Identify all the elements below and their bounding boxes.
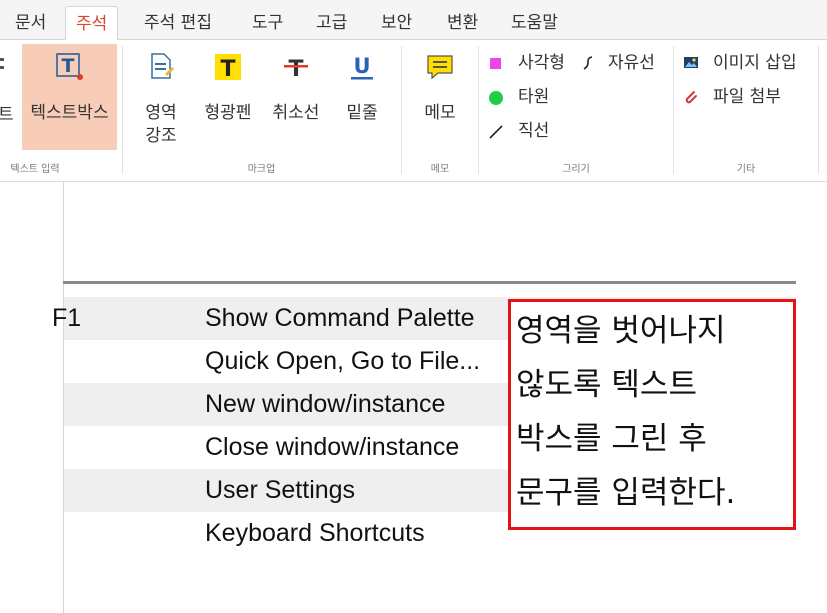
freeform-icon xyxy=(580,53,596,70)
freeform-label: 자유선 xyxy=(608,53,655,73)
clipped-text-button[interactable]: 트 xyxy=(0,102,14,128)
rectangle-icon xyxy=(488,53,504,69)
highlighter-icon: T xyxy=(215,54,241,82)
line-button[interactable]: 직선 xyxy=(488,118,549,144)
ellipse-label: 타원 xyxy=(518,87,550,107)
tab-annotation-edit[interactable]: 주석 편집 xyxy=(134,6,222,40)
svg-text:T: T xyxy=(61,55,74,77)
attach-file-label: 파일 첨부 xyxy=(713,87,781,107)
insert-image-button[interactable]: 이미지 삽입 xyxy=(683,50,797,76)
group-separator xyxy=(818,46,819,174)
strikethrough-button[interactable]: T 취소선 xyxy=(264,44,328,150)
group-label-memo: 메모 xyxy=(430,164,450,175)
image-icon xyxy=(683,53,699,69)
clipped-icon xyxy=(0,58,4,69)
group-separator xyxy=(673,46,674,174)
group-label-other: 기타 xyxy=(736,164,756,175)
highlighter-button[interactable]: T 형광펜 xyxy=(196,44,260,150)
attach-file-button[interactable]: 파일 첨부 xyxy=(683,84,781,110)
tab-help[interactable]: 도움말 xyxy=(501,6,568,40)
tab-annotation[interactable]: 주석 xyxy=(65,6,119,41)
tab-tools[interactable]: 도구 xyxy=(242,6,293,40)
svg-text:T: T xyxy=(288,57,303,82)
clipped-text-label: 트 xyxy=(0,105,14,125)
svg-text:U: U xyxy=(353,54,370,78)
tab-advanced[interactable]: 고급 xyxy=(306,6,357,40)
group-separator xyxy=(401,46,402,174)
group-label-text-input: 텍스트 입력 xyxy=(10,164,60,175)
strikethrough-label: 취소선 xyxy=(272,103,320,123)
insert-image-label: 이미지 삽입 xyxy=(713,53,797,73)
command-name: Show Command Palette xyxy=(205,304,475,332)
tab-security[interactable]: 보안 xyxy=(371,6,422,40)
command-name: User Settings xyxy=(205,476,356,504)
ellipse-button[interactable]: 타원 xyxy=(488,84,549,110)
underline-icon: U xyxy=(351,54,373,80)
rectangle-button[interactable]: 사각형 xyxy=(488,50,565,76)
highlighter-label: 형광펜 xyxy=(204,103,252,123)
group-label-draw: 그리기 xyxy=(562,164,590,175)
document-horizontal-rule xyxy=(63,281,796,284)
shortcut-key: F1 xyxy=(52,304,82,332)
command-name: Quick Open, Go to File... xyxy=(205,347,481,375)
underline-label: 밑줄 xyxy=(346,103,378,123)
memo-label: 메모 xyxy=(424,103,456,123)
freeform-button[interactable]: 자유선 xyxy=(580,50,655,76)
textbox-icon: T xyxy=(55,53,83,80)
ribbon-tab-bar: 문서 주석 주석 편집 도구 고급 보안 변환 도움말 xyxy=(0,0,827,41)
textbox-label: 텍스트박스 xyxy=(30,103,109,123)
annotation-textbox-text: 영역을 벗어나지 않도록 텍스트 박스를 그린 후 문구를 입력한다. xyxy=(516,313,736,511)
command-name: Keyboard Shortcuts xyxy=(205,519,425,547)
rectangle-label: 사각형 xyxy=(518,53,565,73)
memo-icon xyxy=(427,55,453,80)
group-separator xyxy=(122,46,123,174)
svg-text:T: T xyxy=(220,57,235,82)
command-name: New window/instance xyxy=(205,390,446,418)
line-label: 직선 xyxy=(518,121,550,141)
line-icon xyxy=(488,121,504,139)
area-highlight-button[interactable]: 영역 강조 xyxy=(132,44,190,150)
memo-button[interactable]: 메모 xyxy=(409,44,471,150)
group-separator xyxy=(478,46,479,174)
ellipse-icon xyxy=(488,87,504,105)
textbox-button[interactable]: T 텍스트박스 xyxy=(22,44,117,150)
ribbon-panel: 트 T 텍스트박스 텍스트 입력 영역 강조 T 형광펜 T 취소선 U 밑줄 … xyxy=(0,40,827,182)
underline-button[interactable]: U 밑줄 xyxy=(332,44,392,150)
command-name: Close window/instance xyxy=(205,433,460,461)
tab-document[interactable]: 문서 xyxy=(5,6,56,40)
tab-convert[interactable]: 변환 xyxy=(437,6,488,40)
area-highlight-label: 영역 강조 xyxy=(145,103,177,146)
area-highlight-icon xyxy=(151,53,174,79)
paperclip-icon xyxy=(683,87,699,104)
group-label-markup: 마크업 xyxy=(247,164,276,175)
strikethrough-icon: T xyxy=(284,57,308,82)
annotation-textbox[interactable]: 영역을 벗어나지 않도록 텍스트 박스를 그린 후 문구를 입력한다. xyxy=(508,299,796,530)
